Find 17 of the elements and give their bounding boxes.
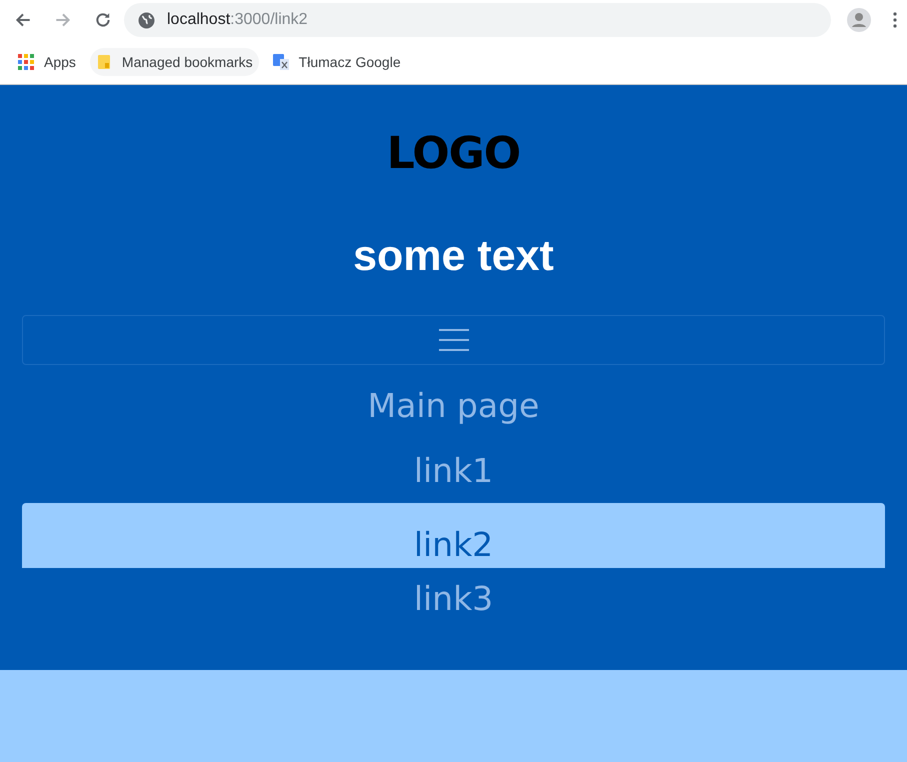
back-icon[interactable] xyxy=(14,11,32,29)
menu-icon[interactable] xyxy=(893,12,897,28)
reload-icon[interactable] xyxy=(94,11,112,29)
menu-icon xyxy=(438,328,468,352)
address-bar[interactable]: localhost:3000/link2 xyxy=(124,3,831,37)
translate-icon xyxy=(272,54,289,70)
grid-icon xyxy=(18,54,34,70)
profile-icon[interactable] xyxy=(847,8,871,32)
nav-link[interactable]: link2 xyxy=(22,503,885,568)
bookmark[interactable]: Apps xyxy=(12,48,82,76)
logo: LOGO xyxy=(386,129,520,179)
folder-icon xyxy=(96,54,112,70)
bookmark[interactable]: Managed bookmarks xyxy=(90,48,259,76)
heading: some text xyxy=(353,231,554,281)
menu-toggle-button[interactable] xyxy=(22,315,885,365)
globe-icon xyxy=(138,12,155,28)
bookmark[interactable]: Tłumacz Google xyxy=(266,48,407,76)
